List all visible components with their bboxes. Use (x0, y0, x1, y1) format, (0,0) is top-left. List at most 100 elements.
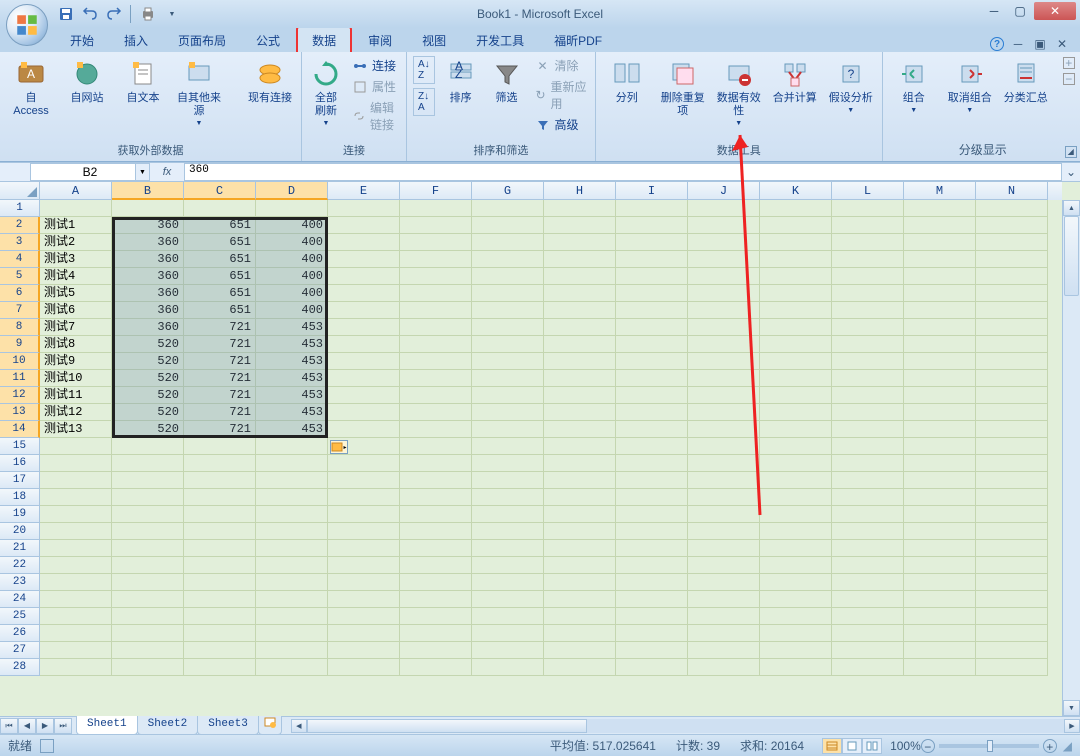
cell[interactable] (256, 540, 328, 557)
cell[interactable] (544, 285, 616, 302)
cell[interactable] (184, 574, 256, 591)
cell[interactable] (760, 625, 832, 642)
row-header[interactable]: 7 (0, 302, 40, 319)
cell[interactable]: 651 (184, 302, 256, 319)
cell[interactable] (544, 200, 616, 217)
cell[interactable] (472, 336, 544, 353)
cell[interactable] (328, 370, 400, 387)
cell[interactable] (544, 319, 616, 336)
cell[interactable] (688, 268, 760, 285)
cell[interactable] (616, 268, 688, 285)
cell[interactable] (688, 642, 760, 659)
tab-data[interactable]: 数据 (296, 26, 352, 52)
cell[interactable] (688, 574, 760, 591)
hscroll-left-icon[interactable]: ◀ (291, 719, 307, 733)
cell[interactable]: 453 (256, 404, 328, 421)
cell[interactable] (40, 200, 112, 217)
cell[interactable] (904, 404, 976, 421)
cell[interactable] (976, 506, 1048, 523)
cell[interactable] (400, 489, 472, 506)
cell[interactable] (616, 217, 688, 234)
cell[interactable] (904, 285, 976, 302)
cell[interactable] (832, 608, 904, 625)
cell[interactable] (328, 557, 400, 574)
cell[interactable] (616, 591, 688, 608)
cell[interactable] (904, 200, 976, 217)
cell[interactable] (976, 489, 1048, 506)
maximize-button[interactable]: ▢ (1008, 2, 1032, 20)
cell[interactable] (688, 404, 760, 421)
cell[interactable] (472, 540, 544, 557)
cell[interactable] (112, 574, 184, 591)
cell[interactable] (472, 659, 544, 676)
cell[interactable] (904, 353, 976, 370)
view-page-break-icon[interactable] (862, 738, 882, 754)
cell[interactable] (760, 608, 832, 625)
cell[interactable] (40, 540, 112, 557)
cell[interactable] (688, 370, 760, 387)
existing-connections-button[interactable]: 现有连接 (245, 56, 295, 107)
cell[interactable] (472, 353, 544, 370)
from-text-button[interactable]: 自文本 (118, 56, 168, 107)
cell[interactable] (400, 438, 472, 455)
cell[interactable] (400, 421, 472, 438)
cell[interactable] (112, 608, 184, 625)
cell[interactable]: 651 (184, 268, 256, 285)
cell[interactable] (976, 319, 1048, 336)
cell[interactable]: 360 (112, 251, 184, 268)
cell[interactable] (328, 217, 400, 234)
col-header-H[interactable]: H (544, 182, 616, 200)
cell[interactable] (760, 268, 832, 285)
cell[interactable] (688, 319, 760, 336)
row-header[interactable]: 20 (0, 523, 40, 540)
cell[interactable] (832, 319, 904, 336)
cell[interactable]: 721 (184, 387, 256, 404)
cell[interactable] (256, 659, 328, 676)
cell[interactable] (904, 540, 976, 557)
cell[interactable] (688, 625, 760, 642)
cell[interactable] (760, 387, 832, 404)
cell[interactable] (112, 455, 184, 472)
row-header[interactable]: 19 (0, 506, 40, 523)
cell[interactable] (544, 387, 616, 404)
cell[interactable] (976, 608, 1048, 625)
cell[interactable]: 测试3 (40, 251, 112, 268)
cell[interactable] (112, 557, 184, 574)
doc-minimize-icon[interactable]: ─ (1010, 36, 1026, 52)
row-header[interactable]: 15 (0, 438, 40, 455)
row-header[interactable]: 26 (0, 625, 40, 642)
hscroll-thumb[interactable] (307, 719, 587, 733)
cell[interactable] (688, 659, 760, 676)
cell[interactable] (688, 421, 760, 438)
sort-asc-button[interactable]: A↓Z (413, 56, 435, 84)
cell[interactable] (400, 234, 472, 251)
cell[interactable] (184, 591, 256, 608)
cell[interactable] (904, 370, 976, 387)
col-header-G[interactable]: G (472, 182, 544, 200)
cell[interactable] (184, 200, 256, 217)
cell[interactable] (472, 625, 544, 642)
row-header[interactable]: 25 (0, 608, 40, 625)
cell[interactable] (328, 302, 400, 319)
cell[interactable] (184, 523, 256, 540)
cell[interactable] (616, 625, 688, 642)
cell[interactable] (688, 251, 760, 268)
cell[interactable]: 453 (256, 319, 328, 336)
cell[interactable] (832, 234, 904, 251)
cell[interactable] (832, 387, 904, 404)
resize-grip-icon[interactable]: ◢ (1063, 739, 1072, 753)
clear-filter-button[interactable]: ✕清除 (533, 56, 589, 75)
cell[interactable] (544, 404, 616, 421)
cell[interactable] (472, 387, 544, 404)
cell[interactable] (904, 506, 976, 523)
cell[interactable] (760, 591, 832, 608)
zoom-slider[interactable] (939, 744, 1039, 748)
cell[interactable] (184, 557, 256, 574)
cell[interactable] (688, 540, 760, 557)
row-header[interactable]: 22 (0, 557, 40, 574)
cell[interactable] (544, 302, 616, 319)
hscroll-right-icon[interactable]: ▶ (1064, 719, 1080, 733)
row-header[interactable]: 1 (0, 200, 40, 217)
cell[interactable] (904, 608, 976, 625)
group-button[interactable]: 组合▼ (889, 56, 939, 116)
